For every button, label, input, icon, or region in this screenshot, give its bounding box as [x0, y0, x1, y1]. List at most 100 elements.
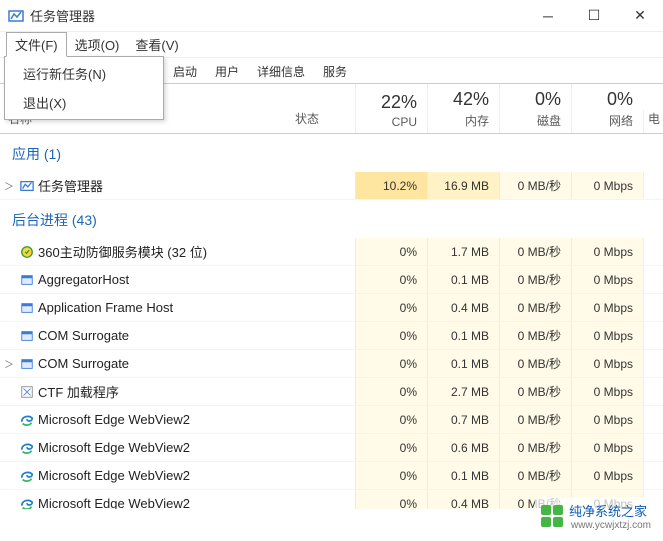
cell-network: 0 Mbps: [571, 406, 643, 433]
watermark-logo-icon: [541, 505, 563, 527]
cell-cpu: 0%: [355, 238, 427, 265]
process-icon: [18, 441, 36, 455]
menu-exit[interactable]: 退出(X): [5, 88, 163, 117]
cell-extra: [643, 406, 663, 433]
process-icon: [18, 385, 36, 399]
header-cpu[interactable]: 22% CPU: [355, 84, 427, 133]
cell-disk: 0 MB/秒: [499, 462, 571, 489]
process-name: 任务管理器: [36, 176, 295, 195]
cell-memory: 0.1 MB: [427, 350, 499, 377]
group-background[interactable]: 后台进程 (43): [0, 200, 663, 238]
cell-extra: [643, 238, 663, 265]
cell-cpu: 0%: [355, 462, 427, 489]
header-cpu-label: CPU: [356, 115, 417, 129]
cell-cpu: 0%: [355, 322, 427, 349]
process-icon: [18, 245, 36, 259]
menu-view[interactable]: 查看(V): [127, 33, 186, 56]
titlebar: 任务管理器 ─ ☐ ✕: [0, 0, 663, 32]
process-name: 360主动防御服务模块 (32 位): [36, 242, 295, 261]
cell-memory: 0.1 MB: [427, 322, 499, 349]
process-row[interactable]: Microsoft Edge WebView20%0.6 MB0 MB/秒0 M…: [0, 434, 663, 462]
cell-memory: 0.4 MB: [427, 294, 499, 321]
cell-extra: [643, 266, 663, 293]
cell-cpu: 0%: [355, 350, 427, 377]
process-icon: [18, 497, 36, 510]
cell-disk: 0 MB/秒: [499, 172, 571, 199]
tab-details[interactable]: 详细信息: [248, 58, 314, 83]
cell-cpu: 0%: [355, 266, 427, 293]
menu-file[interactable]: 文件(F): [6, 32, 67, 57]
header-net-pct: 0%: [572, 90, 633, 110]
cell-extra: [643, 322, 663, 349]
cell-memory: 0.1 MB: [427, 266, 499, 293]
process-name: COM Surrogate: [36, 328, 295, 343]
cell-disk: 0 MB/秒: [499, 350, 571, 377]
cell-extra: [643, 434, 663, 461]
cell-disk: 0 MB/秒: [499, 322, 571, 349]
menu-options[interactable]: 选项(O): [67, 33, 128, 56]
process-icon: [18, 329, 36, 343]
close-button[interactable]: ✕: [617, 0, 663, 32]
cell-disk: 0 MB/秒: [499, 238, 571, 265]
header-network[interactable]: 0% 网络: [571, 84, 643, 133]
app-icon: [8, 8, 24, 24]
expand-caret-icon[interactable]: ＞: [0, 356, 18, 371]
cell-extra: [643, 378, 663, 405]
cell-extra: [643, 294, 663, 321]
cell-disk: 0 MB/秒: [499, 378, 571, 405]
cell-network: 0 Mbps: [571, 266, 643, 293]
cell-cpu: 0%: [355, 434, 427, 461]
process-row[interactable]: COM Surrogate0%0.1 MB0 MB/秒0 Mbps: [0, 322, 663, 350]
cell-memory: 0.1 MB: [427, 462, 499, 489]
process-row[interactable]: ＞COM Surrogate0%0.1 MB0 MB/秒0 Mbps: [0, 350, 663, 378]
tab-startup[interactable]: 启动: [164, 58, 206, 83]
process-row[interactable]: 360主动防御服务模块 (32 位)0%1.7 MB0 MB/秒0 Mbps: [0, 238, 663, 266]
process-row[interactable]: ＞任务管理器10.2%16.9 MB0 MB/秒0 Mbps: [0, 172, 663, 200]
tab-services[interactable]: 服务: [314, 58, 356, 83]
window-title: 任务管理器: [30, 6, 95, 25]
minimize-button[interactable]: ─: [525, 0, 571, 32]
expand-caret-icon[interactable]: ＞: [0, 178, 18, 193]
process-name: CTF 加载程序: [36, 382, 295, 401]
cell-extra: [643, 350, 663, 377]
watermark-domain: www.ycwjxtzj.com: [571, 520, 651, 531]
menu-run-new-task[interactable]: 运行新任务(N): [5, 59, 163, 88]
watermark: 纯净系统之家 www.ycwjxtzj.com: [535, 497, 657, 535]
process-name: Microsoft Edge WebView2: [36, 412, 295, 427]
file-menu-dropdown: 运行新任务(N) 退出(X): [4, 56, 164, 120]
cell-network: 0 Mbps: [571, 434, 643, 461]
header-extra[interactable]: 电: [643, 110, 663, 133]
group-apps[interactable]: 应用 (1): [0, 134, 663, 172]
cell-network: 0 Mbps: [571, 172, 643, 199]
cell-extra: [643, 462, 663, 489]
header-status[interactable]: 状态: [295, 110, 355, 133]
cell-cpu: 0%: [355, 378, 427, 405]
process-icon: [18, 179, 36, 193]
process-name: AggregatorHost: [36, 272, 295, 287]
maximize-button[interactable]: ☐: [571, 0, 617, 32]
cell-memory: 0.7 MB: [427, 406, 499, 433]
process-icon: [18, 413, 36, 427]
cell-network: 0 Mbps: [571, 378, 643, 405]
header-memory[interactable]: 42% 内存: [427, 84, 499, 133]
header-disk[interactable]: 0% 磁盘: [499, 84, 571, 133]
cell-memory: 0.4 MB: [427, 490, 499, 509]
process-row[interactable]: CTF 加载程序 0%2.7 MB0 MB/秒0 Mbps: [0, 378, 663, 406]
process-name: Microsoft Edge WebView2: [36, 468, 295, 483]
process-icon: [18, 469, 36, 483]
process-row[interactable]: Microsoft Edge WebView20%0.7 MB0 MB/秒0 M…: [0, 406, 663, 434]
process-row[interactable]: Application Frame Host0%0.4 MB0 MB/秒0 Mb…: [0, 294, 663, 322]
process-row[interactable]: Microsoft Edge WebView20%0.1 MB0 MB/秒0 M…: [0, 462, 663, 490]
cell-extra: [643, 172, 663, 199]
header-disk-label: 磁盘: [500, 112, 561, 129]
header-mem-label: 内存: [428, 112, 489, 129]
cell-cpu: 0%: [355, 294, 427, 321]
process-row[interactable]: AggregatorHost0%0.1 MB0 MB/秒0 Mbps: [0, 266, 663, 294]
header-disk-pct: 0%: [500, 90, 561, 110]
header-cpu-pct: 22%: [356, 93, 417, 113]
process-name: Microsoft Edge WebView2: [36, 496, 295, 509]
process-table[interactable]: 应用 (1) ＞任务管理器10.2%16.9 MB0 MB/秒0 Mbps 后台…: [0, 134, 663, 509]
process-icon: [18, 273, 36, 287]
tab-users[interactable]: 用户: [206, 58, 248, 83]
cell-memory: 2.7 MB: [427, 378, 499, 405]
